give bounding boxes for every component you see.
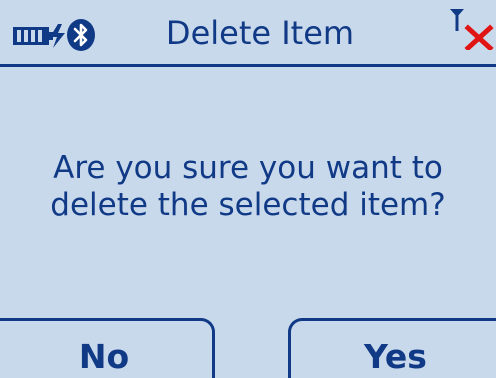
- battery-icon: [13, 24, 65, 48]
- no-signal-icon: [450, 9, 494, 50]
- page-title: Delete Item: [165, 14, 355, 52]
- no-softkey[interactable]: No: [0, 318, 215, 378]
- yes-softkey[interactable]: Yes: [288, 318, 496, 378]
- delete-item-screen: Delete Item Are you sure you want to del…: [0, 0, 496, 378]
- title-bar: Delete Item: [0, 0, 496, 62]
- message-line-2: delete the selected item?: [50, 187, 446, 223]
- no-softkey-label: No: [78, 337, 130, 376]
- yes-softkey-label: Yes: [364, 337, 427, 376]
- confirmation-message: Are you sure you want to delete the sele…: [20, 150, 476, 224]
- bluetooth-icon: [67, 19, 95, 51]
- header-divider: [0, 64, 496, 67]
- message-line-1: Are you sure you want to: [53, 150, 443, 186]
